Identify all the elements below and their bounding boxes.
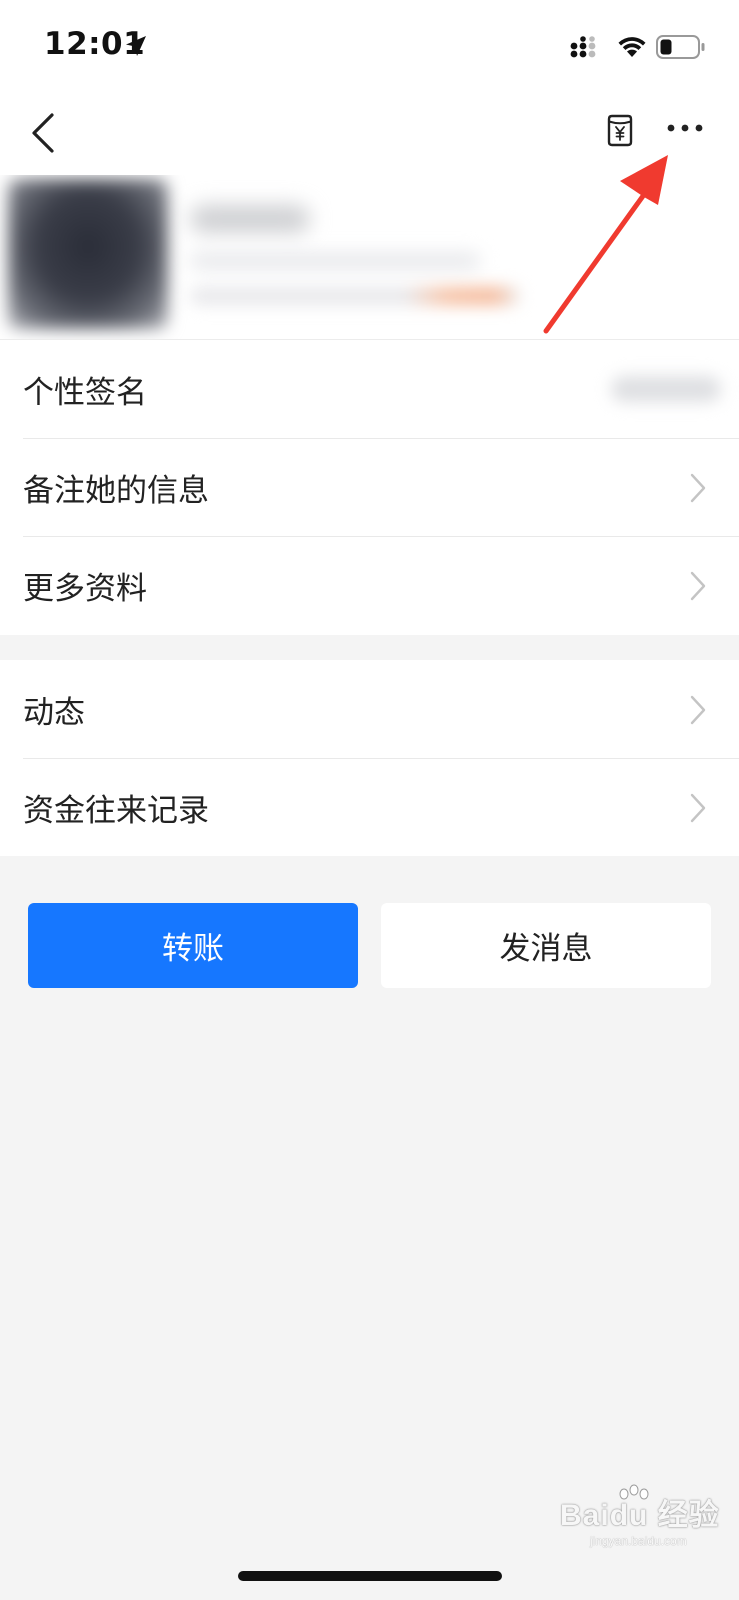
annotation-arrow-icon: [543, 155, 668, 334]
more-icon[interactable]: [666, 121, 704, 135]
row-label: 个性签名: [23, 374, 147, 411]
row-more-info[interactable]: 更多资料: [0, 536, 739, 634]
status-bar: 12:01: [0, 0, 739, 95]
row-remark[interactable]: 备注她的信息: [0, 438, 739, 536]
activity-list: 动态 资金往来记录: [0, 660, 739, 856]
chevron-right-icon: [690, 695, 706, 725]
home-indicator: [238, 1571, 502, 1581]
chevron-right-icon: [690, 571, 706, 601]
watermark-brand-du: du: [609, 1499, 649, 1532]
location-arrow-icon: [126, 36, 146, 56]
row-moments[interactable]: 动态: [0, 660, 739, 758]
send-message-button[interactable]: 发消息: [381, 903, 711, 988]
blurred-account: [190, 253, 480, 269]
profile-settings-list: 个性签名 备注她的信息 更多资料: [0, 340, 739, 635]
chevron-right-icon: [690, 793, 706, 823]
blurred-signature: [611, 376, 721, 402]
watermark-brand: Baidu 经验: [560, 1490, 720, 1534]
row-label: 更多资料: [23, 570, 147, 607]
transfer-button[interactable]: 转账: [28, 903, 358, 988]
watermark-brand-cn: 经验: [657, 1499, 720, 1532]
battery-icon: [656, 35, 705, 59]
row-fund-records[interactable]: 资金往来记录: [0, 758, 739, 856]
blurred-name: [190, 205, 310, 233]
avatar: [8, 179, 168, 329]
row-label: 资金往来记录: [23, 792, 209, 829]
watermark-url: jingyan.baidu.com: [590, 1534, 687, 1548]
money-jar-icon[interactable]: [604, 113, 636, 147]
back-icon[interactable]: [28, 111, 58, 155]
row-label: 备注她的信息: [23, 472, 209, 509]
cellular-signal-icon: [570, 36, 596, 58]
watermark-brand-bai: Bai: [560, 1499, 610, 1532]
row-signature[interactable]: 个性签名: [0, 340, 739, 438]
row-label: 动态: [23, 694, 85, 731]
chevron-right-icon: [690, 473, 706, 503]
wifi-icon: [618, 37, 646, 57]
blurred-details: [190, 287, 520, 305]
